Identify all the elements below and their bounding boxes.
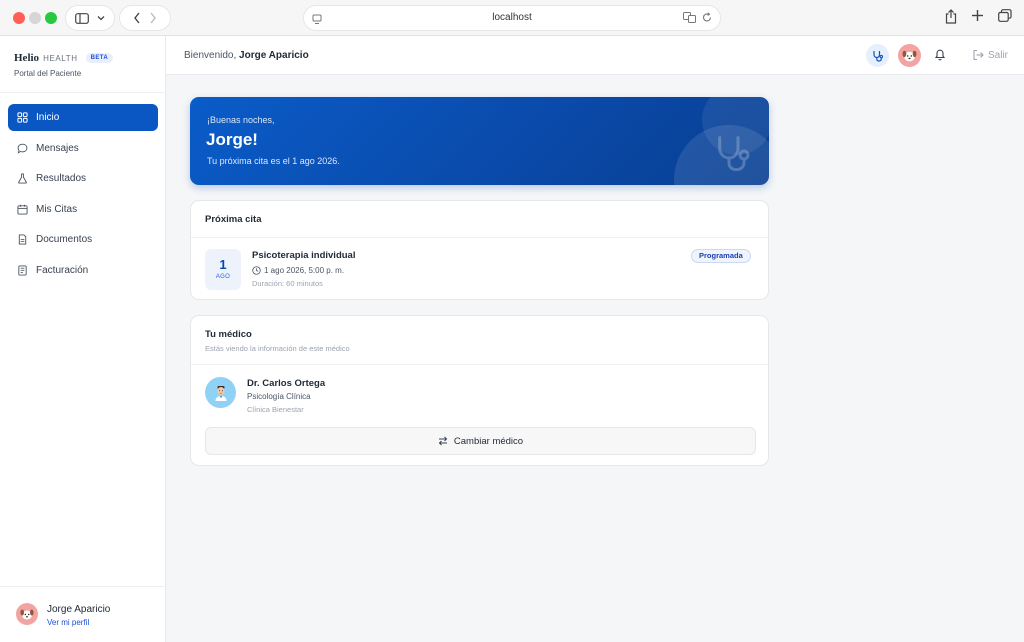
appointment-day: 1 — [219, 257, 227, 272]
back-icon[interactable] — [133, 12, 141, 24]
card-title: Tu médico — [205, 329, 252, 340]
sidebar-item-label: Documentos — [36, 234, 93, 245]
card-subtitle: Estás viendo la información de este médi… — [205, 344, 350, 353]
stethoscope-icon — [872, 50, 883, 62]
pet-avatar-icon — [902, 50, 917, 62]
logout-button[interactable]: Salir — [972, 49, 1008, 61]
browser-actions — [945, 9, 1012, 24]
receipt-icon — [18, 264, 27, 276]
user-avatar-button[interactable] — [898, 44, 921, 67]
new-tab-icon[interactable] — [971, 9, 984, 22]
next-appointment-card: Próxima cita 1 AGO Psicoterapia individu… — [190, 200, 769, 300]
doctor-clinic: Clínica Bienestar — [247, 405, 304, 414]
change-doctor-button[interactable]: Cambiar médico — [205, 427, 756, 455]
reload-icon[interactable] — [702, 12, 712, 23]
brand-name: Helio — [14, 52, 40, 64]
close-window-button[interactable] — [13, 12, 25, 24]
chevron-down-icon — [97, 16, 105, 21]
appointment-duration: Duración: 60 minutos — [252, 279, 323, 288]
bell-icon — [934, 49, 946, 61]
browser-toolbar: localhost — [0, 0, 1024, 36]
doctor-avatar-icon — [215, 385, 226, 401]
welcome-user-name: Jorge Aparicio — [239, 50, 309, 61]
doctor-specialty: Psicología Clínica — [247, 392, 311, 401]
sidebar-icon — [75, 12, 89, 24]
doctor-name: Dr. Carlos Ortega — [247, 378, 326, 389]
swap-arrows-icon — [438, 436, 448, 446]
avatar[interactable] — [16, 603, 38, 625]
sidebar-item-label: Mis Citas — [36, 203, 78, 215]
sidebar-item-inicio[interactable]: Inicio — [8, 104, 158, 131]
zoom-window-button[interactable] — [45, 12, 57, 24]
greeting-name: Jorge! — [206, 130, 258, 149]
user-profile-footer[interactable]: Jorge Aparicio Ver mi perfil — [0, 586, 166, 642]
chat-bubble-icon — [17, 143, 28, 154]
sidebar-item-facturacion[interactable]: Facturación — [8, 257, 158, 284]
calendar-icon — [17, 204, 28, 215]
clock-icon — [252, 266, 261, 275]
appointment-month: AGO — [215, 274, 231, 280]
sidebar: Helio HEALTH BETA Portal del Paciente In… — [0, 36, 166, 642]
address-bar[interactable]: localhost — [304, 6, 720, 30]
translate-icon[interactable] — [683, 12, 696, 23]
flask-icon — [18, 173, 27, 184]
sidebar-nav: Inicio Mensajes Resultados Mis Citas Doc… — [8, 104, 158, 287]
greeting-text: ¡Buenas noches, — [207, 115, 275, 125]
brand-subtitle: Portal del Paciente — [14, 69, 82, 78]
divider — [191, 237, 768, 238]
sidebar-item-mensajes[interactable]: Mensajes — [8, 135, 158, 162]
sidebar-item-mis-citas[interactable]: Mis Citas — [8, 196, 158, 223]
notifications-button[interactable] — [934, 48, 946, 66]
sidebar-item-label: Facturación — [36, 264, 89, 276]
appointment-datetime: 1 ago 2026, 5:00 p. m. — [252, 266, 344, 275]
document-icon — [18, 234, 27, 245]
greeting-banner: ¡Buenas noches, Jorge! Tu próxima cita e… — [190, 97, 769, 185]
doctor-button[interactable] — [866, 44, 889, 67]
sidebar-item-label: Resultados — [36, 173, 87, 184]
card-title: Próxima cita — [205, 214, 262, 225]
logout-icon — [973, 49, 984, 61]
doctor-card: Tu médico Estás viendo la información de… — [190, 315, 769, 466]
sidebar-item-resultados[interactable]: Resultados — [8, 165, 158, 192]
divider — [191, 364, 768, 365]
appointment-datetime-text: 1 ago 2026, 5:00 p. m. — [264, 266, 345, 275]
minimize-window-button[interactable] — [29, 12, 41, 24]
sidebar-item-label: Mensajes — [36, 142, 79, 154]
pet-avatar-icon — [20, 609, 34, 620]
history-nav — [120, 6, 170, 30]
appointment-date-box: 1 AGO — [205, 249, 241, 290]
logout-label: Salir — [988, 49, 1009, 61]
divider — [0, 92, 166, 93]
stethoscope-icon — [718, 136, 750, 172]
sidebar-toggle-button[interactable] — [66, 6, 114, 30]
beta-badge: BETA — [85, 53, 114, 63]
user-name: Jorge Aparicio — [47, 604, 111, 615]
share-icon[interactable] — [945, 9, 957, 24]
sidebar-item-label: Inicio — [36, 112, 60, 123]
appointment-title[interactable]: Psicoterapia individual — [252, 250, 355, 261]
status-badge: Programada — [691, 249, 751, 263]
view-profile-link[interactable]: Ver mi perfil — [47, 618, 89, 627]
sidebar-item-documentos[interactable]: Documentos — [8, 226, 158, 253]
welcome-text: Bienvenido, Jorge Aparicio — [184, 50, 309, 61]
doctor-avatar — [205, 377, 236, 408]
grid-icon — [17, 112, 28, 123]
next-appointment-message: Tu próxima cita es el 1 ago 2026. — [207, 156, 340, 166]
url-text: localhost — [492, 12, 532, 23]
tab-overview-icon[interactable] — [998, 9, 1012, 22]
change-doctor-label: Cambiar médico — [453, 435, 524, 447]
brand-sub-name: HEALTH — [43, 53, 78, 63]
brand-logo[interactable]: Helio HEALTH BETA Portal del Paciente — [14, 52, 114, 78]
welcome-prefix: Bienvenido, — [184, 50, 237, 61]
forward-icon[interactable] — [149, 12, 157, 24]
top-header: Bienvenido, Jorge Aparicio Salir — [166, 36, 1024, 75]
address-actions — [683, 12, 712, 23]
